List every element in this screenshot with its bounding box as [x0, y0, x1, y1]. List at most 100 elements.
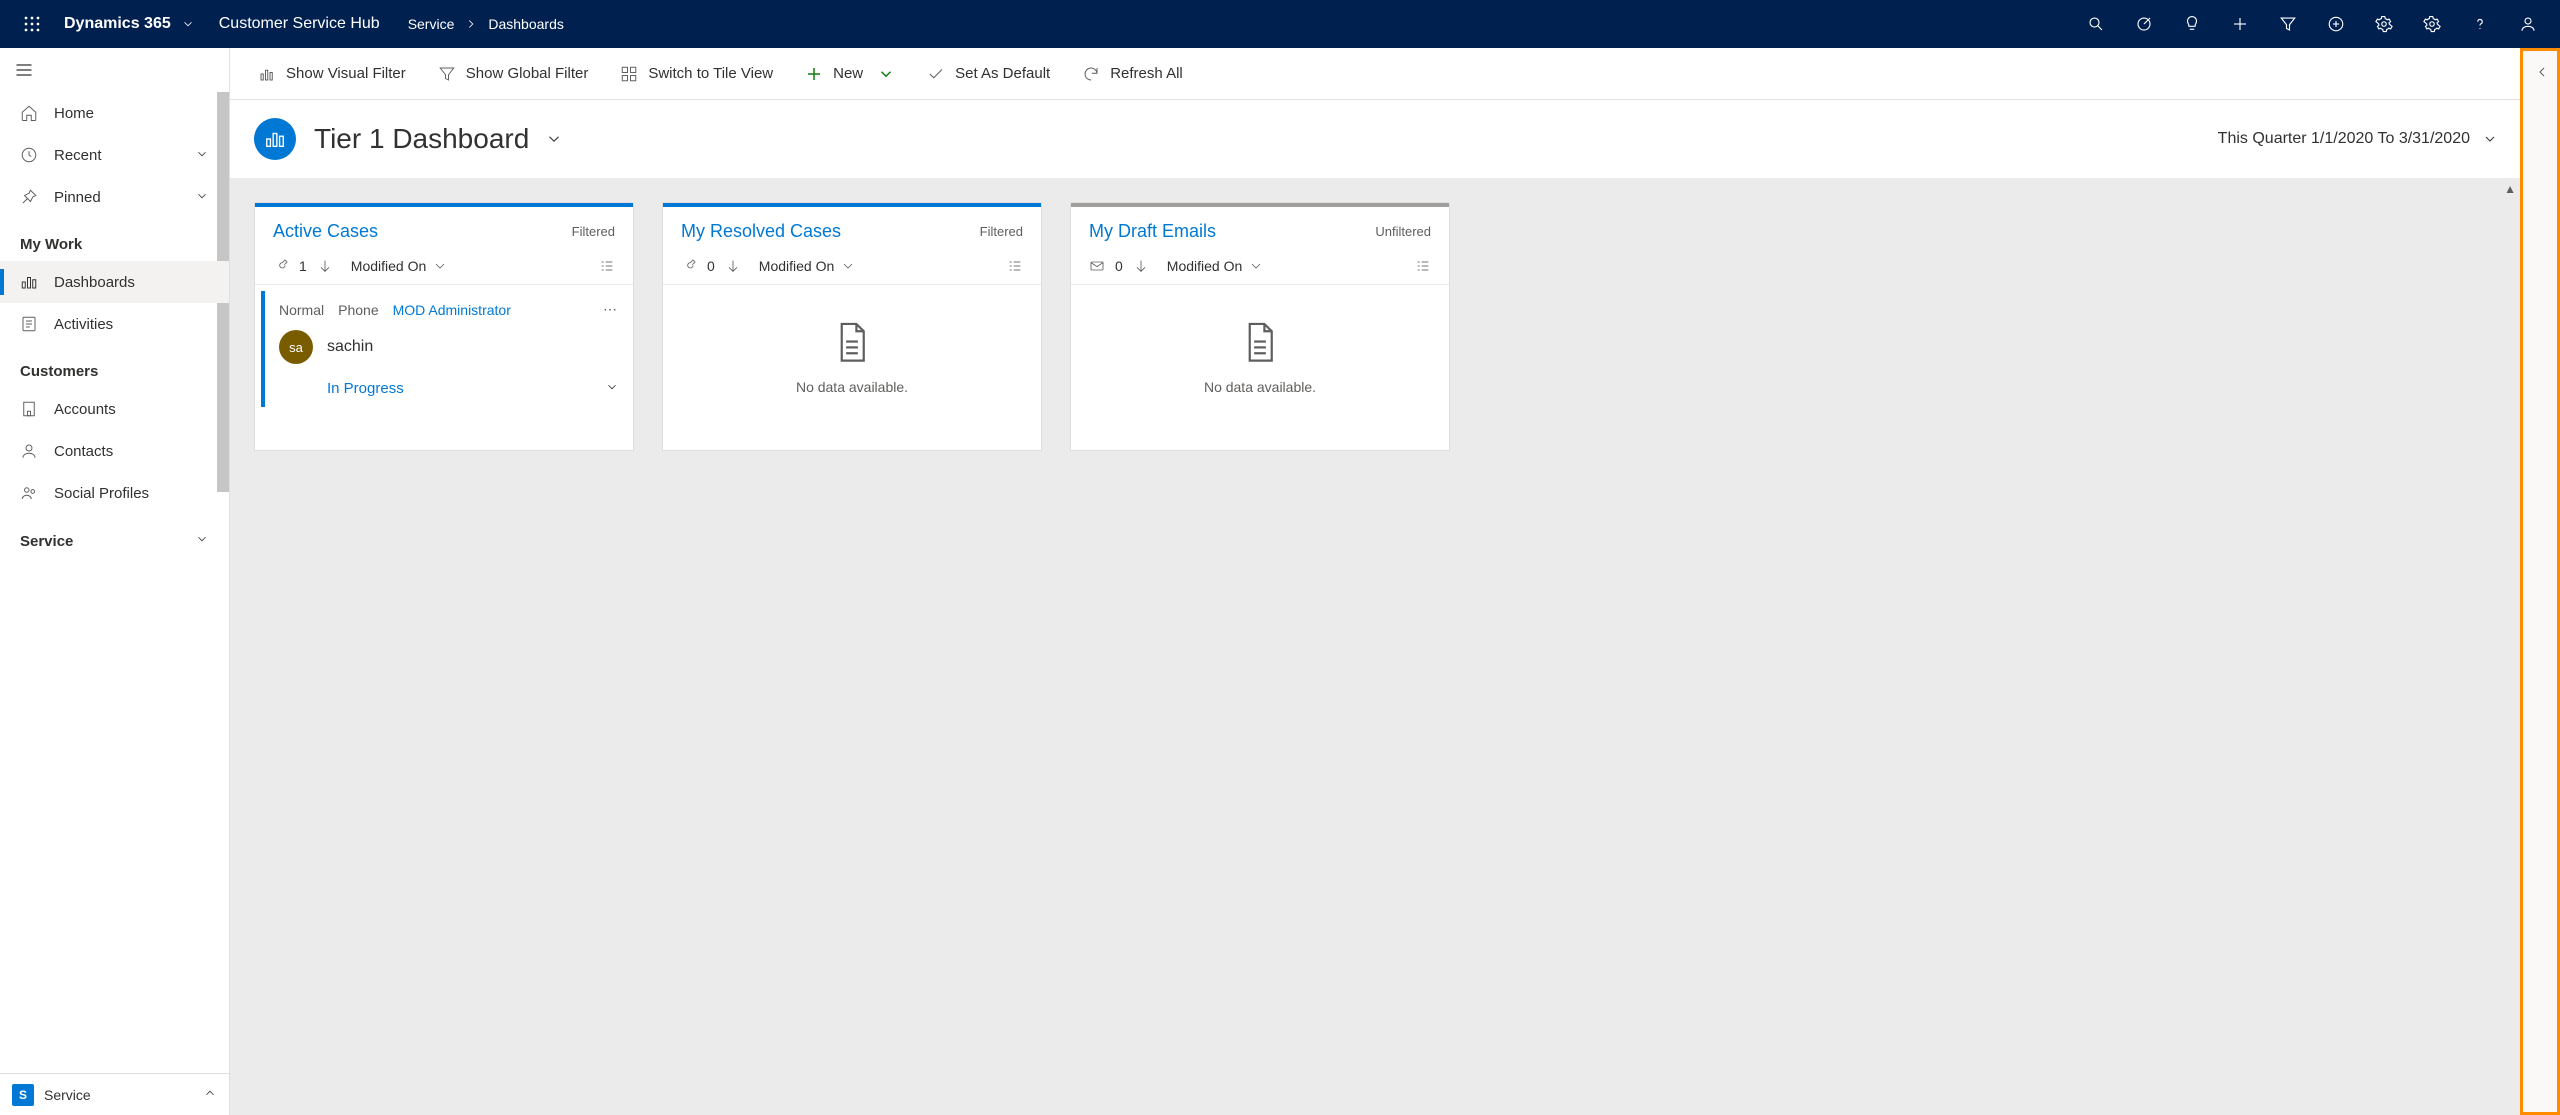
- nav-activities[interactable]: Activities: [0, 303, 229, 345]
- breadcrumb-page[interactable]: Dashboards: [488, 16, 564, 32]
- dashboard-icon: [20, 273, 38, 291]
- chevron-down-icon: [195, 147, 209, 164]
- collapse-nav-button[interactable]: [0, 48, 229, 92]
- help-icon[interactable]: [2456, 0, 2504, 48]
- chevron-down-icon: [195, 532, 209, 550]
- nav-contacts[interactable]: Contacts: [0, 430, 229, 472]
- chevron-up-icon: [203, 1086, 217, 1103]
- nav-accounts[interactable]: Accounts: [0, 388, 229, 430]
- chevron-left-icon: [2534, 64, 2550, 80]
- app-name[interactable]: Customer Service Hub: [203, 15, 396, 33]
- clock-icon: [20, 146, 38, 164]
- global-commands: [2072, 0, 2552, 48]
- record-name: sachin: [327, 338, 373, 356]
- brand-label: Dynamics 365: [64, 15, 171, 33]
- chevron-down-icon: [432, 258, 448, 274]
- nav-home[interactable]: Home: [0, 92, 229, 134]
- card-title[interactable]: Active Cases: [273, 221, 378, 242]
- card-entity-icon[interactable]: [1089, 258, 1105, 274]
- funnel-icon: [438, 65, 456, 83]
- empty-text: No data available.: [796, 379, 908, 395]
- card-filter-state: Unfiltered: [1375, 224, 1431, 239]
- nav-dashboards[interactable]: Dashboards: [0, 261, 229, 303]
- nav-label: Contacts: [54, 443, 113, 460]
- add-icon[interactable]: [2216, 0, 2264, 48]
- nav-group-my-work: My Work: [0, 218, 229, 261]
- nav-pinned[interactable]: Pinned: [0, 176, 229, 218]
- main-content: Show Visual Filter Show Global Filter Sw…: [230, 48, 2522, 1115]
- record-status[interactable]: In Progress: [327, 380, 404, 397]
- chevron-down-icon: [2482, 131, 2498, 147]
- task-flow-icon[interactable]: [2120, 0, 2168, 48]
- chart-icon: [258, 65, 276, 83]
- home-icon: [20, 104, 38, 122]
- area-switcher[interactable]: S Service: [0, 1073, 229, 1115]
- chevron-down-icon[interactable]: [605, 380, 619, 397]
- card-entity-icon[interactable]: [273, 258, 289, 274]
- area-initial: S: [12, 1084, 34, 1106]
- plus-icon: [805, 65, 823, 83]
- card-count: 0: [707, 258, 715, 274]
- sort-column-selector[interactable]: Modified On: [351, 258, 448, 274]
- empty-state: No data available.: [1071, 285, 1449, 431]
- card-filter-state: Filtered: [572, 224, 615, 239]
- sort-column-selector[interactable]: Modified On: [1167, 258, 1264, 274]
- cmd-set-default[interactable]: Set As Default: [915, 59, 1062, 89]
- nav-social-profiles[interactable]: Social Profiles: [0, 472, 229, 514]
- filter-icon[interactable]: [2264, 0, 2312, 48]
- account-icon[interactable]: [2504, 0, 2552, 48]
- cmd-visual-filter[interactable]: Show Visual Filter: [246, 59, 418, 89]
- activities-icon: [20, 315, 38, 333]
- right-pane-toggle[interactable]: [2522, 48, 2560, 1115]
- breadcrumb-area[interactable]: Service: [408, 16, 455, 32]
- cmd-global-filter[interactable]: Show Global Filter: [426, 59, 601, 89]
- search-icon[interactable]: [2072, 0, 2120, 48]
- chevron-down-icon: [181, 17, 195, 31]
- app-launcher-icon[interactable]: [8, 0, 56, 48]
- chevron-down-icon: [877, 65, 895, 83]
- cmd-refresh-all[interactable]: Refresh All: [1070, 59, 1195, 89]
- card-view-options-icon[interactable]: [1007, 258, 1023, 274]
- check-icon: [927, 65, 945, 83]
- date-range-selector[interactable]: This Quarter 1/1/2020 To 3/31/2020: [2218, 130, 2498, 148]
- sort-direction-icon[interactable]: [725, 258, 741, 274]
- pin-icon: [20, 188, 38, 206]
- assistant-icon[interactable]: [2168, 0, 2216, 48]
- chevron-down-icon: [1248, 258, 1264, 274]
- card-view-options-icon[interactable]: [1415, 258, 1431, 274]
- brand-dropdown[interactable]: Dynamics 365: [56, 15, 203, 33]
- card-resolved-cases: My Resolved Cases Filtered 0 Modified On: [662, 202, 1042, 451]
- sort-column-selector[interactable]: Modified On: [759, 258, 856, 274]
- scroll-up-icon[interactable]: ▲: [2504, 182, 2516, 196]
- dashboard-selector[interactable]: Tier 1 Dashboard: [314, 123, 563, 155]
- dashboard-badge-icon: [254, 118, 296, 160]
- cmd-new[interactable]: New: [793, 59, 907, 89]
- record-owner-link[interactable]: MOD Administrator: [393, 302, 511, 318]
- settings-icon[interactable]: [2360, 0, 2408, 48]
- nav-label: Pinned: [54, 189, 101, 206]
- record-more-icon[interactable]: ⋯: [603, 301, 619, 318]
- breadcrumb: Service Dashboards: [396, 16, 564, 32]
- add-activity-icon[interactable]: [2312, 0, 2360, 48]
- record-priority: Normal: [279, 302, 324, 318]
- chevron-right-icon: [464, 17, 478, 31]
- card-view-options-icon[interactable]: [599, 258, 615, 274]
- sort-direction-icon[interactable]: [317, 258, 333, 274]
- nav-group-service[interactable]: Service: [0, 514, 229, 558]
- card-entity-icon[interactable]: [681, 258, 697, 274]
- document-icon: [1242, 321, 1278, 365]
- advanced-settings-icon[interactable]: [2408, 0, 2456, 48]
- dashboard-header: Tier 1 Dashboard This Quarter 1/1/2020 T…: [230, 100, 2522, 178]
- nav-label: Recent: [54, 147, 102, 164]
- command-bar: Show Visual Filter Show Global Filter Sw…: [230, 48, 2522, 100]
- nav-recent[interactable]: Recent: [0, 134, 229, 176]
- case-record[interactable]: Normal Phone MOD Administrator ⋯ sa sach…: [261, 291, 633, 407]
- card-title[interactable]: My Draft Emails: [1089, 221, 1216, 242]
- cmd-tile-view[interactable]: Switch to Tile View: [608, 59, 785, 89]
- social-icon: [20, 484, 38, 502]
- chevron-down-icon: [840, 258, 856, 274]
- sort-direction-icon[interactable]: [1133, 258, 1149, 274]
- dashboard-cards-area: ▲ Active Cases Filtered 1 Modified On: [230, 178, 2522, 1115]
- card-title[interactable]: My Resolved Cases: [681, 221, 841, 242]
- global-nav-bar: Dynamics 365 Customer Service Hub Servic…: [0, 0, 2560, 48]
